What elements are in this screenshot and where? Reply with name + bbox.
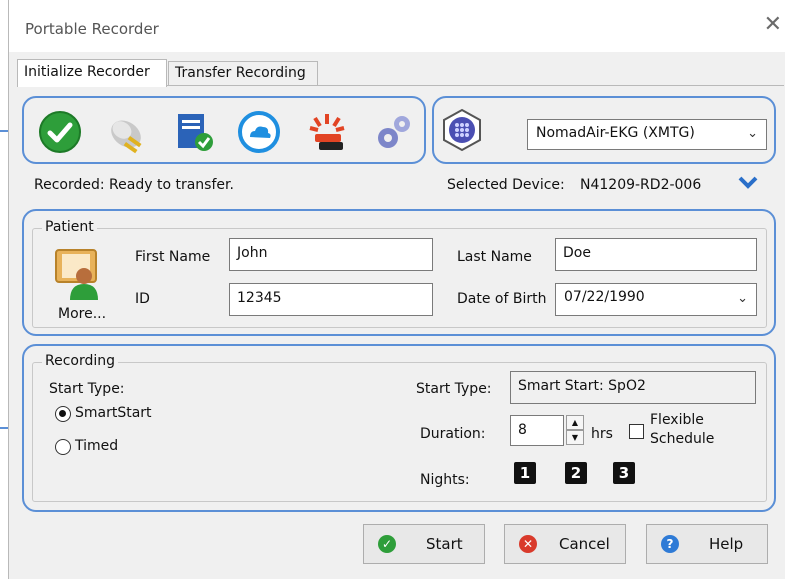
last-name-label: Last Name [457,249,532,265]
help-question-icon: ? [661,535,679,553]
window-title: Portable Recorder [25,20,159,38]
flexible-schedule-label-line2[interactable]: Schedule [650,431,714,447]
chevron-down-icon: ⌄ [747,126,758,141]
start-check-icon: ✓ [378,535,396,553]
more-link[interactable]: More... [58,306,106,322]
device-model-value: NomadAir-EKG (XMTG) [536,125,695,141]
start-button-label: Start [426,535,463,553]
dob-value: 07/22/1990 [564,289,645,305]
patient-book-icon[interactable] [54,246,102,306]
toolbar-callout [22,96,426,164]
close-icon[interactable]: ✕ [764,14,782,36]
smartstart-label[interactable]: SmartStart [75,405,152,421]
alarm-light-icon[interactable] [305,110,349,154]
patient-group-title: Patient [42,219,97,235]
nights-label: Nights: [420,472,470,488]
start-button[interactable]: ✓ Start [363,524,485,564]
smartstart-radio[interactable] [55,406,71,422]
dob-picker[interactable]: 07/22/1990 ⌄ [555,283,757,316]
selected-device-label: Selected Device: [447,177,565,193]
start-type-value-label: Start Type: [416,381,492,397]
id-label: ID [135,291,150,307]
flexible-schedule-label-line1[interactable]: Flexible [650,412,704,428]
last-name-field[interactable]: Doe [555,238,757,271]
gears-icon[interactable] [372,110,416,154]
save-document-icon[interactable] [172,110,216,154]
duration-stepper[interactable]: ▲ ▼ [566,415,584,446]
duration-label: Duration: [420,426,486,442]
first-name-label: First Name [135,249,211,265]
start-type-label: Start Type: [49,381,125,397]
cancel-x-icon: ✕ [519,535,537,553]
duration-field[interactable]: 8 [510,415,564,446]
night-2-toggle[interactable]: 2 [565,462,587,484]
device-model-select[interactable]: NomadAir-EKG (XMTG) ⌄ [527,119,767,150]
night-3-toggle[interactable]: 3 [613,462,635,484]
recording-group-title: Recording [42,353,119,369]
chevron-down-icon: ⌄ [737,291,748,306]
first-name-field[interactable]: John [229,238,433,271]
dob-label: Date of Birth [457,291,547,307]
id-field[interactable]: 12345 [229,283,433,316]
stepper-down-icon[interactable]: ▼ [566,430,584,445]
timed-label[interactable]: Timed [75,438,118,454]
night-1-toggle[interactable]: 1 [514,462,536,484]
cancel-button-label: Cancel [559,535,610,553]
title-bar: Portable Recorder ✕ [9,0,785,52]
help-button-label: Help [709,535,744,553]
timed-radio[interactable] [55,439,71,455]
cancel-button[interactable]: ✕ Cancel [504,524,626,564]
tab-initialize-recorder[interactable]: Initialize Recorder [17,59,167,87]
selected-device-id: N41209-RD2-006 [580,177,702,193]
plug-icon[interactable] [104,110,148,154]
duration-unit: hrs [591,426,613,442]
recorder-status-text: Recorded: Ready to transfer. [34,177,234,193]
recorder-device-icon [440,108,484,152]
expand-chevron-icon[interactable] [737,174,759,194]
check-circle-icon[interactable] [38,110,82,154]
cloud-icon[interactable] [237,110,281,154]
flexible-schedule-checkbox[interactable] [629,424,644,439]
help-button[interactable]: ? Help [646,524,768,564]
start-type-value-field: Smart Start: SpO2 [510,371,756,404]
stepper-up-icon[interactable]: ▲ [566,415,584,430]
tab-transfer-recording[interactable]: Transfer Recording [168,61,318,86]
